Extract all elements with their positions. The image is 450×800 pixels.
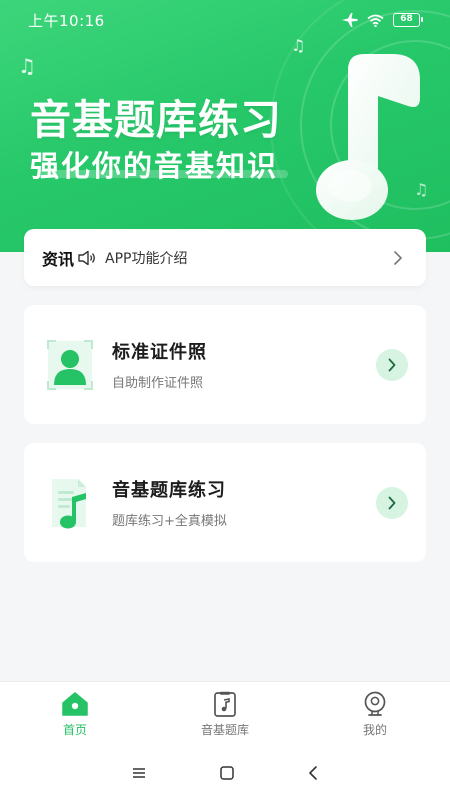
hero-subtitle: 强化你的音基知识 <box>30 149 279 183</box>
airplane-icon <box>342 13 358 27</box>
music-quiz-card[interactable]: 音基题库练习 题库练习+全真模拟 <box>24 443 426 562</box>
id-photo-icon <box>46 337 96 393</box>
card-body: 标准证件照 自助制作证件照 <box>112 338 376 391</box>
news-bar[interactable]: 资讯 APP功能介绍 <box>24 229 426 286</box>
status-icons: 68 <box>342 13 423 27</box>
home-icon <box>62 692 88 716</box>
system-nav-bar <box>0 745 450 800</box>
back-icon[interactable] <box>307 765 319 781</box>
tab-label: 首页 <box>62 723 87 737</box>
tab-music-quiz[interactable]: 音基题库 <box>150 682 300 745</box>
status-time: 上午10:16 <box>28 11 105 30</box>
home-square-icon[interactable] <box>219 765 235 781</box>
chevron-right-icon[interactable] <box>390 250 406 266</box>
hero-banner: 上午10:16 68 ♫ ♫ ♫ 音基题库练习 强化你的音基知识 <box>0 0 450 252</box>
tab-home[interactable]: 首页 <box>0 682 150 745</box>
profile-icon <box>364 691 386 716</box>
card-body: 音基题库练习 题库练习+全真模拟 <box>112 476 376 529</box>
card-desc: 题库练习+全真模拟 <box>112 514 227 529</box>
status-bar: 上午10:16 68 <box>0 0 450 40</box>
news-text[interactable]: APP功能介绍 <box>105 248 390 268</box>
card-title: 标准证件照 <box>112 342 207 363</box>
music-note-icon: ♫ <box>18 54 36 78</box>
tab-label: 我的 <box>362 723 387 737</box>
id-photo-card[interactable]: 标准证件照 自助制作证件照 <box>24 305 426 424</box>
music-sheet-icon <box>46 475 96 531</box>
wifi-icon <box>367 14 384 27</box>
go-button[interactable] <box>376 486 408 519</box>
go-button[interactable] <box>376 348 408 381</box>
menu-icon[interactable] <box>131 766 147 780</box>
hero-title: 音基题库练习 <box>30 96 282 144</box>
card-desc: 自助制作证件照 <box>112 376 204 391</box>
chevron-right-icon <box>388 496 396 509</box>
bottom-tab-bar: 首页 音基题库 我的 <box>0 681 450 745</box>
big-music-note-icon <box>316 54 420 220</box>
speaker-icon <box>77 250 97 266</box>
chevron-right-icon <box>388 358 396 371</box>
tab-label: 音基题库 <box>200 723 249 737</box>
card-title: 音基题库练习 <box>112 480 226 501</box>
battery-icon: 68 <box>393 13 423 27</box>
news-label: 资讯 <box>42 249 75 269</box>
tab-profile[interactable]: 我的 <box>300 682 450 745</box>
music-book-icon <box>214 691 236 717</box>
